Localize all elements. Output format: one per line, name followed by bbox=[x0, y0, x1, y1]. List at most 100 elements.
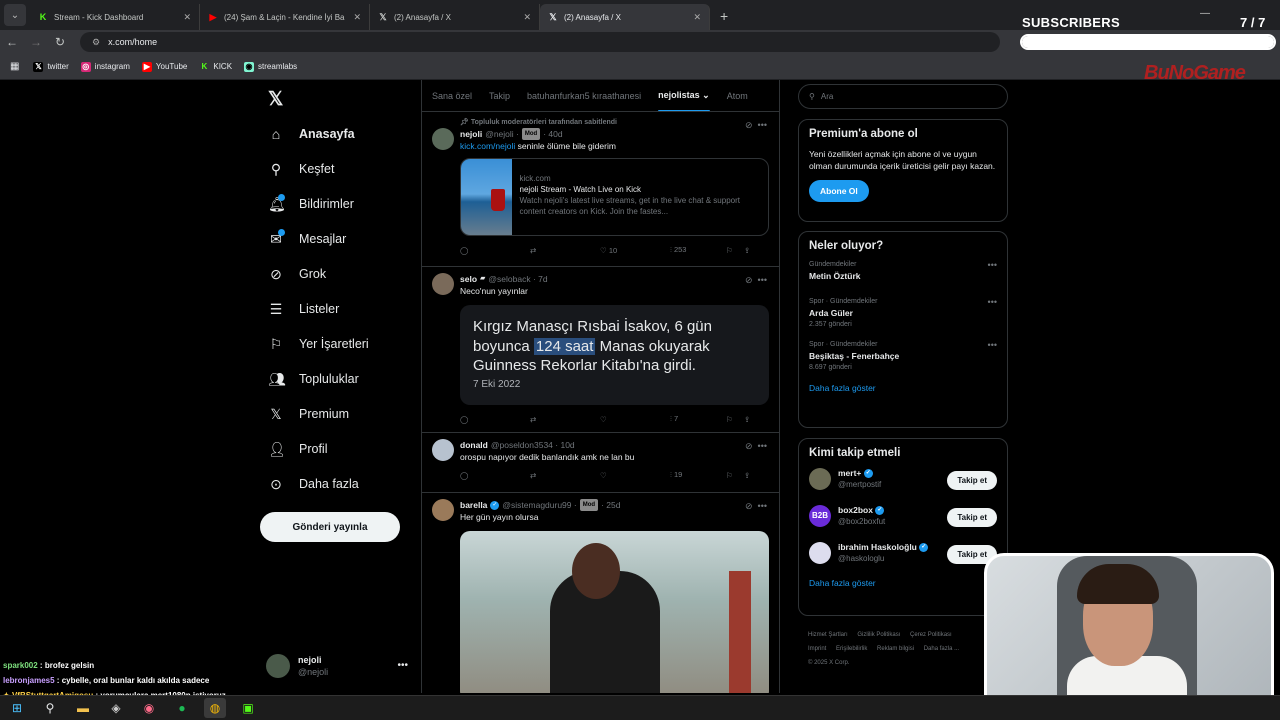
footer-link[interactable]: Erişilebilirlik bbox=[836, 646, 867, 652]
bookmark-twitter[interactable]: 𝕏twitter bbox=[33, 61, 69, 72]
footer-link[interactable]: Daha fazla ... bbox=[924, 646, 959, 652]
footer-link[interactable]: Çerez Politikası bbox=[910, 632, 952, 638]
footer-link[interactable]: Reklam bilgisi bbox=[877, 646, 914, 652]
share-icon[interactable]: ⇪ bbox=[744, 471, 758, 480]
post-author[interactable]: nejoli bbox=[460, 128, 482, 140]
bookmark-icon[interactable]: ⚐ bbox=[726, 415, 744, 424]
bookmark-kick[interactable]: K KICK bbox=[199, 62, 232, 72]
avatar[interactable] bbox=[432, 499, 454, 521]
close-icon[interactable]: ✕ bbox=[523, 12, 531, 23]
app-icon[interactable]: ◉ bbox=[138, 698, 160, 718]
chrome-icon[interactable]: ◍ bbox=[204, 698, 226, 718]
spotify-icon[interactable]: ● bbox=[171, 698, 193, 718]
bookmark-icon[interactable]: ⚐ bbox=[726, 471, 744, 480]
tab-following[interactable]: Takip bbox=[489, 91, 510, 101]
retweet-icon[interactable]: ⇄ bbox=[530, 415, 600, 424]
grok-icon[interactable]: ⊘ bbox=[745, 501, 753, 511]
new-tab-button[interactable]: + bbox=[720, 8, 728, 24]
site-info-icon[interactable]: ⚙ bbox=[92, 37, 100, 48]
minimize-icon[interactable]: — bbox=[1200, 8, 1210, 19]
link-card[interactable]: kick.com nejoli Stream - Watch Live on K… bbox=[460, 158, 769, 236]
follow-suggestion[interactable]: ibrahim Haskoloğlu ✓ @haskologlu Takip et bbox=[809, 541, 997, 564]
reply-icon[interactable]: ◯ bbox=[460, 415, 530, 424]
more-icon[interactable]: ••• bbox=[758, 275, 767, 285]
tab-nejolistas[interactable]: nejolistas ⌄ bbox=[658, 90, 710, 111]
more-icon[interactable]: ••• bbox=[988, 297, 997, 307]
heart-icon[interactable]: ♡ bbox=[600, 471, 670, 480]
post-time[interactable]: 40d bbox=[548, 128, 562, 140]
more-icon[interactable]: ••• bbox=[758, 120, 767, 130]
search-input[interactable]: ⚲ Ara bbox=[798, 84, 1008, 109]
grok-icon[interactable]: ⊘ bbox=[745, 275, 753, 285]
retweet-icon[interactable]: ⇄ bbox=[530, 471, 600, 480]
avatar[interactable] bbox=[432, 439, 454, 461]
follow-button[interactable]: Takip et bbox=[947, 508, 997, 527]
retweet-icon[interactable]: ⇄ bbox=[530, 246, 600, 255]
sidebar-item-bookmarks[interactable]: ⚐ Yer İşaretleri bbox=[264, 326, 424, 361]
more-icon[interactable]: ••• bbox=[758, 501, 767, 511]
footer-link[interactable]: Imprint bbox=[808, 646, 826, 652]
search-icon[interactable]: ⚲ bbox=[39, 698, 61, 718]
heart-icon[interactable]: ♡ bbox=[600, 415, 670, 424]
tab-search-icon[interactable]: ⌄ bbox=[4, 4, 26, 26]
reply-icon[interactable]: ◯ bbox=[460, 246, 530, 255]
close-icon[interactable]: ✕ bbox=[183, 12, 191, 23]
back-icon[interactable]: ← bbox=[0, 35, 24, 49]
file-explorer-icon[interactable]: ▬ bbox=[72, 698, 94, 718]
avatar[interactable] bbox=[432, 128, 454, 150]
post[interactable]: selo ▰ @seloback · 7d Neco'nun yayınlar Kı… bbox=[422, 267, 779, 433]
trend-item[interactable]: Gündemdekiler Metin Öztürk ••• bbox=[809, 260, 997, 283]
browser-tab[interactable]: 𝕏 (2) Anasayfa / X ✕ bbox=[370, 4, 540, 30]
views-button[interactable]: ⫶ 253 bbox=[670, 245, 726, 255]
avatar[interactable] bbox=[432, 273, 454, 295]
tab-for-you[interactable]: Sana özel bbox=[432, 91, 472, 101]
sidebar-item-home[interactable]: ⌂ Anasayfa bbox=[264, 116, 424, 151]
like-button[interactable]: ♡ 10 bbox=[600, 246, 670, 255]
post-time[interactable]: 25d bbox=[606, 499, 620, 511]
post-time[interactable]: 7d bbox=[538, 273, 547, 285]
post-handle[interactable]: @poseldon3534 bbox=[491, 439, 553, 451]
apps-grid-icon[interactable]: ▦ bbox=[10, 61, 19, 72]
subscribe-button[interactable]: Abone Ol bbox=[809, 180, 869, 202]
sidebar-item-explore[interactable]: ⚲ Keşfet bbox=[264, 151, 424, 186]
follow-suggestion[interactable]: B2B box2box ✓ @box2boxfut Takip et bbox=[809, 504, 997, 527]
url-input[interactable]: ⚙ x.com/home bbox=[80, 32, 1000, 52]
post-handle[interactable]: @nejoli bbox=[485, 128, 513, 140]
account-switcher[interactable]: nejoli @nejoli ••• bbox=[266, 654, 416, 678]
bookmark-icon[interactable]: ⚐ bbox=[726, 246, 744, 255]
post-button[interactable]: Gönderi yayınla bbox=[260, 512, 400, 542]
share-icon[interactable]: ⇪ bbox=[744, 415, 758, 424]
more-icon[interactable]: ••• bbox=[758, 441, 767, 451]
who-to-follow-show-more-link[interactable]: Daha fazla göster bbox=[809, 578, 997, 588]
sidebar-item-grok[interactable]: ⊘ Grok bbox=[264, 256, 424, 291]
follow-button[interactable]: Takip et bbox=[947, 471, 997, 490]
tab-atom[interactable]: Atom bbox=[727, 91, 748, 101]
post-link[interactable]: kick.com/nejoli bbox=[460, 141, 515, 151]
sidebar-item-profile[interactable]: 👤︎ Profil bbox=[264, 431, 424, 466]
close-icon[interactable]: ✕ bbox=[693, 12, 701, 23]
post-handle[interactable]: @sistemagduru99 bbox=[502, 499, 571, 511]
kick-icon[interactable]: ▣ bbox=[237, 698, 259, 718]
reply-icon[interactable]: ◯ bbox=[460, 471, 530, 480]
views-button[interactable]: ⫶ 7 bbox=[670, 414, 726, 424]
reload-icon[interactable]: ↻ bbox=[48, 35, 72, 49]
forward-icon[interactable]: → bbox=[24, 35, 48, 49]
post-handle[interactable]: @seloback bbox=[488, 273, 530, 285]
post-author[interactable]: donald bbox=[460, 439, 488, 451]
grok-icon[interactable]: ⊘ bbox=[745, 441, 753, 451]
start-icon[interactable]: ⊞ bbox=[6, 698, 28, 718]
share-icon[interactable]: ⇪ bbox=[744, 246, 758, 255]
more-icon[interactable]: ••• bbox=[988, 340, 997, 350]
browser-tab[interactable]: ▶ (24) Şam & Laçin - Kendine İyi Ba ✕ bbox=[200, 4, 370, 30]
follow-suggestion[interactable]: mert+ ✓ @mertpostif Takip et bbox=[809, 467, 997, 490]
grok-icon[interactable]: ⊘ bbox=[745, 120, 753, 130]
trend-item[interactable]: Spor · Gündemdekiler Arda Güler 2.357 gö… bbox=[809, 297, 997, 330]
tab-community[interactable]: batuhanfurkan5 kıraathanesi bbox=[527, 91, 641, 101]
more-icon[interactable]: ••• bbox=[397, 660, 408, 671]
bookmark-youtube[interactable]: ▶ YouTube bbox=[141, 61, 187, 72]
trend-item[interactable]: Spor · Gündemdekiler Beşiktaş - Fenerbah… bbox=[809, 340, 997, 373]
post-time[interactable]: 10d bbox=[560, 439, 574, 451]
browser-tab[interactable]: K Stream - Kick Dashboard ✕ bbox=[30, 4, 200, 30]
close-icon[interactable]: ✕ bbox=[353, 12, 361, 23]
app-icon[interactable]: ◈ bbox=[105, 698, 127, 718]
